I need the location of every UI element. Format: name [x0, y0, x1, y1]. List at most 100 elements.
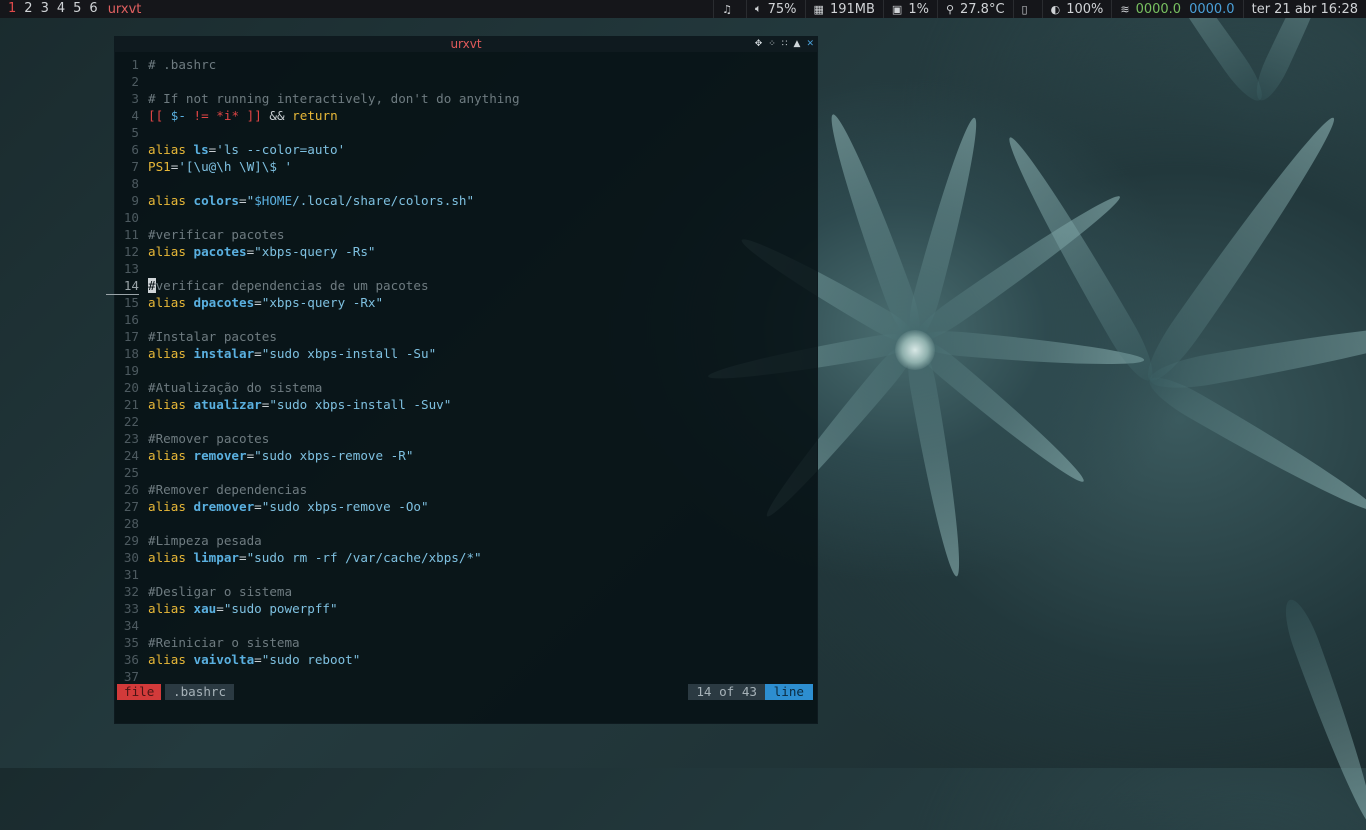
workspace-5[interactable]: 5	[69, 0, 85, 18]
code-line: 12alias pacotes="xbps-query -Rs"	[115, 243, 817, 260]
code-line: 24alias remover="sudo xbps-remove -R"	[115, 447, 817, 464]
code-line: 25	[115, 464, 817, 481]
line-number: 7	[115, 158, 139, 175]
wifi-icon: ≋	[1120, 3, 1129, 16]
editor-buffer[interactable]: 1# .bashrc23# If not running interactive…	[115, 52, 817, 685]
code-line: 19	[115, 362, 817, 379]
code-line: 21alias atualizar="sudo xbps-install -Su…	[115, 396, 817, 413]
code-token: alias	[148, 601, 194, 616]
temperature-value: 27.8°C	[960, 2, 1005, 17]
code-token: colors	[194, 193, 240, 208]
line-number: 27	[115, 498, 139, 515]
code-token: =	[254, 652, 262, 667]
code-token: =	[254, 346, 262, 361]
tile-icon[interactable]: ∷	[782, 37, 788, 52]
net-down-value: 0000.0	[1136, 2, 1182, 17]
code-token: alias	[148, 295, 194, 310]
code-token: =	[254, 499, 262, 514]
code-token: pacotes	[194, 244, 247, 259]
close-icon[interactable]: ✕	[806, 37, 814, 52]
volume-widget[interactable]: 🔈︎75%	[746, 0, 805, 18]
code-line: 27alias dremover="sudo xbps-remove -Oo"	[115, 498, 817, 515]
code-line: 5	[115, 124, 817, 141]
code-token: '[\u@\h \W]\$ '	[178, 159, 292, 174]
net-up-value: 0000.0	[1189, 2, 1235, 17]
workspace-1[interactable]: 1	[4, 0, 20, 18]
line-number: 16	[115, 311, 139, 328]
line-number: 2	[115, 73, 139, 90]
temperature-widget: ⚲27.8°C	[937, 0, 1013, 18]
cpu-value: 1%	[908, 2, 929, 17]
code-line: 20#Atualização do sistema	[115, 379, 817, 396]
terminal-titlebar[interactable]: urxvt ✥ ⁘ ∷ ▲ ✕	[115, 37, 817, 52]
workspace-switcher: 123456	[0, 0, 102, 18]
code-token: 'ls --color=auto'	[216, 142, 345, 157]
statusline-mode: file	[117, 684, 161, 700]
music-widget[interactable]: ♫	[713, 0, 746, 18]
wallpaper-plant-center	[895, 330, 935, 370]
code-token	[163, 108, 171, 123]
memory-icon: ▦	[814, 3, 824, 16]
code-token: dremover	[194, 499, 255, 514]
network-widget[interactable]: ≋ 0000.0 0000.0	[1111, 0, 1242, 18]
line-number: 11	[115, 226, 139, 243]
code-token: alias	[148, 244, 194, 259]
code-token: xau	[194, 601, 217, 616]
top-panel: 123456 urxvt ♫ 🔈︎75% ▦191MB ▣1% ⚲27.8°C …	[0, 0, 1366, 18]
code-line: 14#verificar dependencias de um pacotes	[115, 277, 817, 294]
code-line: 3 # If not running interactively, don't d…	[115, 90, 817, 107]
code-token: alias	[148, 346, 194, 361]
terminal-window[interactable]: urxvt ✥ ⁘ ∷ ▲ ✕ 1# .bashrc23# If not run…	[114, 36, 818, 724]
code-token: # If not running interactively, don't do…	[148, 91, 520, 106]
code-line: 28	[115, 515, 817, 532]
workspace-2[interactable]: 2	[20, 0, 36, 18]
code-line: 36alias vaivolta="sudo reboot"	[115, 651, 817, 668]
code-line: 23#Remover pacotes	[115, 430, 817, 447]
code-token: =	[239, 193, 247, 208]
code-token: verificar dependencias de um pacotes	[156, 278, 429, 293]
workspace-6[interactable]: 6	[85, 0, 101, 18]
line-number: 26	[115, 481, 139, 498]
clock-widget[interactable]: ter 21 abr 16:28	[1243, 0, 1366, 18]
battery-widget: ▯	[1013, 0, 1042, 18]
code-token: limpar	[194, 550, 240, 565]
line-number: 21	[115, 396, 139, 413]
code-token: #Remover pacotes	[148, 431, 269, 446]
brightness-widget[interactable]: ◐100%	[1042, 0, 1112, 18]
code-token: #Limpeza pesada	[148, 533, 262, 548]
cpu-icon: ▣	[892, 3, 902, 16]
code-line: 8	[115, 175, 817, 192]
code-token: alias	[148, 397, 194, 412]
workspace-3[interactable]: 3	[37, 0, 53, 18]
code-token: =	[239, 550, 247, 565]
code-line: 37	[115, 668, 817, 685]
code-token: #verificar pacotes	[148, 227, 284, 242]
float-icon[interactable]: ⁘	[768, 37, 776, 52]
line-number: 5	[115, 124, 139, 141]
code-line: 11 #verificar pacotes	[115, 226, 817, 243]
code-token: &&	[262, 108, 292, 123]
line-number: 3	[115, 90, 139, 107]
wallpaper-leaf	[1144, 369, 1366, 522]
maximize-icon[interactable]: ▲	[794, 37, 801, 52]
code-token: alias	[148, 142, 194, 157]
line-number: 31	[115, 566, 139, 583]
line-number: 10	[115, 209, 139, 226]
line-number: 36	[115, 651, 139, 668]
code-line: 16	[115, 311, 817, 328]
code-token: alias	[148, 652, 194, 667]
code-token: "sudo xbps-install -Suv"	[269, 397, 451, 412]
code-line: 15alias dpacotes="xbps-query -Rx"	[115, 294, 817, 311]
focused-window-title: urxvt	[108, 2, 142, 17]
line-number: 12	[115, 243, 139, 260]
code-token: "sudo powerpff"	[224, 601, 338, 616]
workspace-4[interactable]: 4	[53, 0, 69, 18]
code-token: PS1	[148, 159, 171, 174]
battery-icon: ▯	[1022, 3, 1028, 16]
line-number: 32	[115, 583, 139, 600]
move-icon[interactable]: ✥	[755, 37, 763, 52]
statusline-type: line	[765, 684, 813, 700]
clock-value: ter 21 abr 16:28	[1252, 2, 1358, 17]
line-number: 18	[115, 345, 139, 362]
code-line: 2	[115, 73, 817, 90]
